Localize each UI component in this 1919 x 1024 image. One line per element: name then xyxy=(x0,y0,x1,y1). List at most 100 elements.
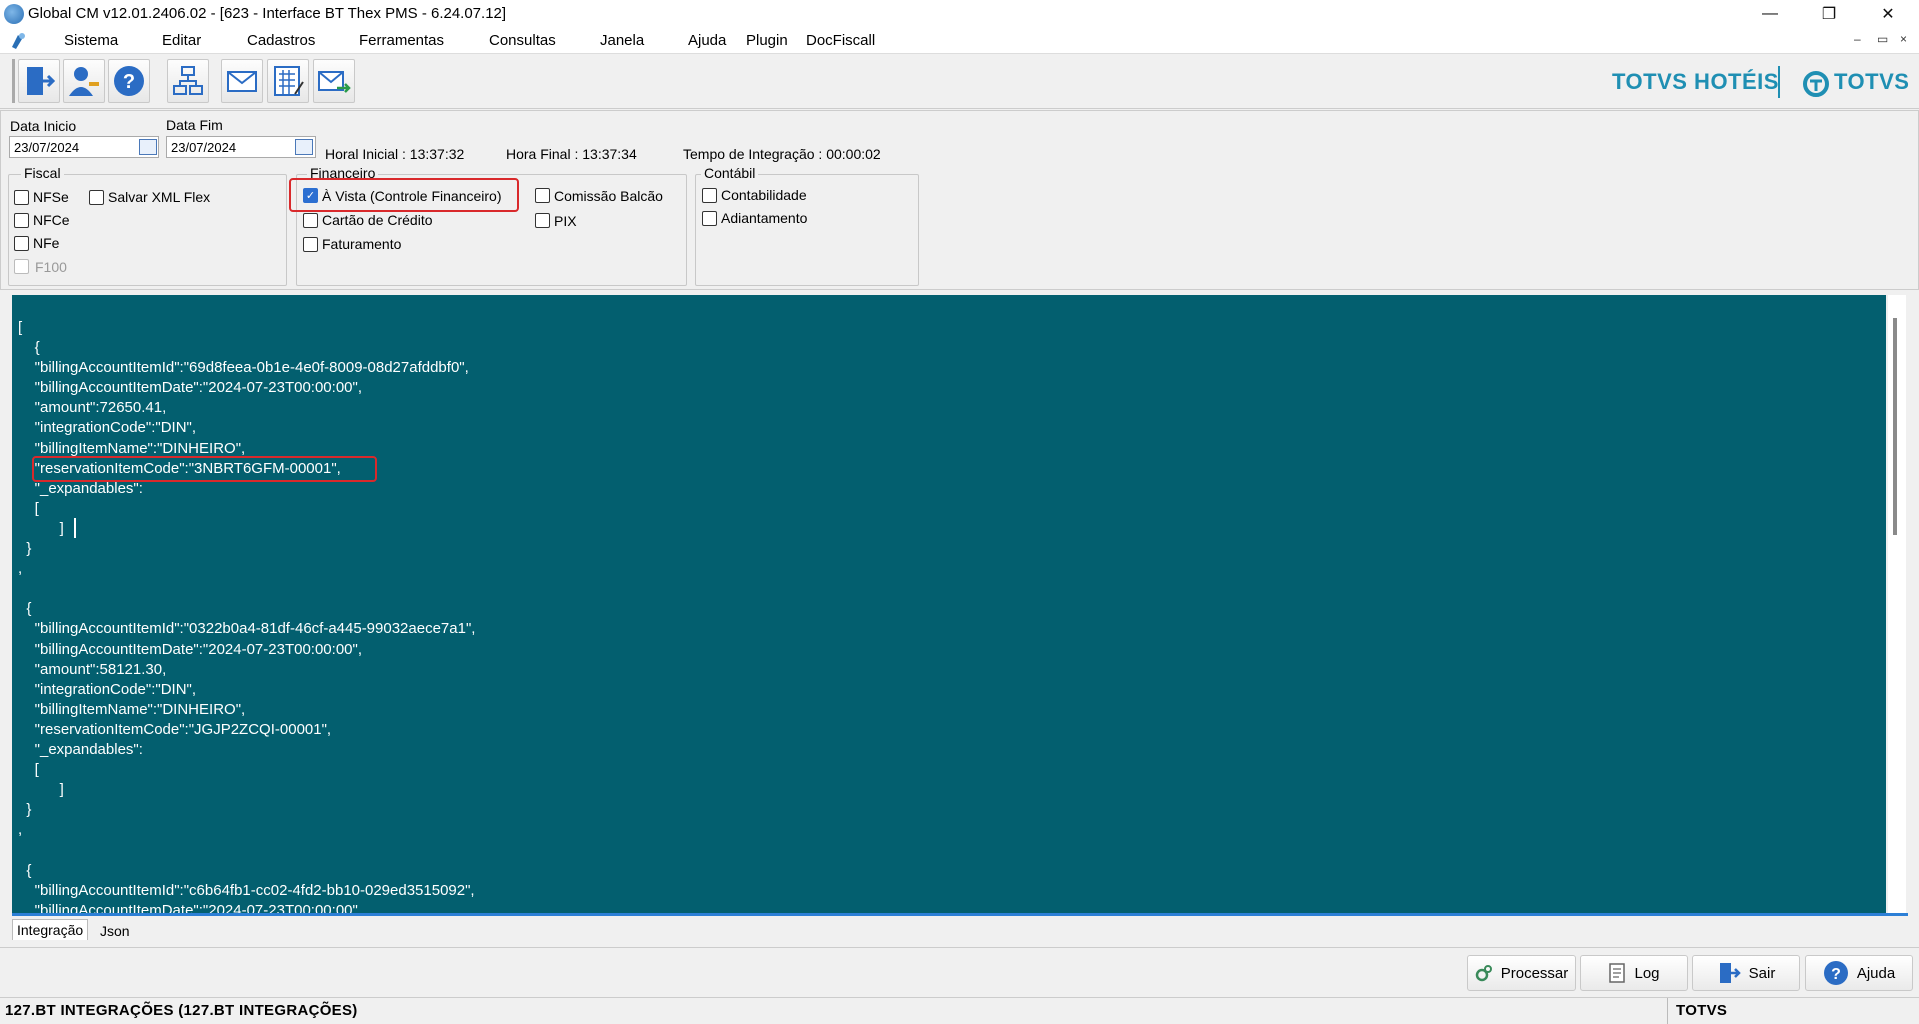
json-line: } xyxy=(18,540,32,558)
start-date-label: Data Inicio xyxy=(10,118,77,134)
help-button[interactable]: ? xyxy=(108,59,150,103)
nfe-checkbox[interactable] xyxy=(14,236,29,251)
brand-separator xyxy=(1778,66,1780,98)
menu-ferramentas[interactable]: Ferramentas xyxy=(359,32,444,49)
menu-consultas[interactable]: Consultas xyxy=(489,32,556,49)
fiscal-group-title: Fiscal xyxy=(21,165,64,181)
json-line: { xyxy=(18,861,32,879)
processar-button[interactable]: Processar xyxy=(1467,955,1576,991)
json-line: "reservationItemCode":"JGJP2ZCQI-00001", xyxy=(18,720,332,738)
start-calendar-icon[interactable] xyxy=(139,139,157,155)
minimize-button[interactable]: — xyxy=(1747,0,1793,28)
menu-janela[interactable]: Janela xyxy=(600,32,644,49)
send-mail-button[interactable] xyxy=(313,59,355,103)
json-line: "billingAccountItemId":"69d8feea-0b1e-4e… xyxy=(18,359,469,377)
tab-integracao[interactable]: Integração xyxy=(12,919,89,940)
json-line: "billingAccountItemId":"c6b64fb1-cc02-4f… xyxy=(18,881,475,899)
menu-editar[interactable]: Editar xyxy=(162,32,201,49)
json-line: , xyxy=(18,821,23,839)
window-title: Global CM v12.01.2406.02 - [623 - Interf… xyxy=(28,5,507,22)
restore-button[interactable]: ❐ xyxy=(1806,0,1852,28)
json-line: [ xyxy=(18,499,39,517)
tab-divider xyxy=(0,947,1919,948)
faturamento-checkbox[interactable] xyxy=(303,237,318,252)
faturamento-label: Faturamento xyxy=(322,236,402,252)
scrollbar-thumb[interactable] xyxy=(1893,318,1897,535)
help-icon: ? xyxy=(114,66,144,96)
status-user-text: 127.BT INTEGRAÇÕES (127.BT INTEGRAÇÕES) xyxy=(5,1002,358,1019)
pix-checkbox[interactable] xyxy=(535,213,550,228)
contabil-group-title: Contábil xyxy=(701,165,759,181)
app-menu-icon[interactable] xyxy=(8,31,28,51)
end-date-label: Data Fim xyxy=(166,117,223,133)
svg-text:?: ? xyxy=(1831,966,1841,983)
ajuda-label: Ajuda xyxy=(1856,964,1896,982)
adiantamento-label: Adiantamento xyxy=(721,210,808,226)
ajuda-help-icon: ? xyxy=(1823,961,1848,985)
menu-plugin[interactable]: Plugin xyxy=(746,32,788,49)
menu-docfiscall[interactable]: DocFiscall xyxy=(806,32,875,49)
status-divider xyxy=(1667,998,1668,1024)
adiantamento-checkbox[interactable] xyxy=(702,211,717,226)
status-company-text: TOTVS xyxy=(1676,1002,1728,1019)
json-line: "integrationCode":"DIN", xyxy=(18,680,197,698)
user-key-button[interactable] xyxy=(63,59,105,103)
totvs-hoteis-logo: TOTVS HOTÉIS xyxy=(1612,69,1779,94)
salvar-xml-checkbox[interactable] xyxy=(89,190,104,205)
end-date-input[interactable]: 23/07/2024 xyxy=(166,136,316,158)
tab-json[interactable]: Json xyxy=(96,921,134,941)
mdi-minimize-button[interactable]: – xyxy=(1854,32,1861,46)
nfse-label: NFSe xyxy=(33,189,69,205)
menu-ajuda[interactable]: Ajuda xyxy=(688,32,726,49)
nfce-checkbox[interactable] xyxy=(14,213,29,228)
close-button[interactable]: ✕ xyxy=(1865,0,1911,28)
json-line: "amount":58121.30, xyxy=(18,660,167,678)
json-line: { xyxy=(18,339,40,357)
title-bar: Global CM v12.01.2406.02 - [623 - Interf… xyxy=(0,0,1919,28)
exit-door-button[interactable] xyxy=(18,59,60,103)
json-line: [ xyxy=(18,319,23,336)
contabilidade-checkbox[interactable] xyxy=(702,188,717,203)
envelope-icon xyxy=(227,71,257,92)
a-vista-checkbox[interactable]: ✓ xyxy=(303,188,318,203)
mdi-close-button[interactable]: × xyxy=(1900,32,1907,46)
cartao-checkbox[interactable] xyxy=(303,213,318,228)
hora-inicial-text: Horal Inicial : 13:37:32 xyxy=(325,146,465,162)
sair-exit-icon xyxy=(1719,963,1741,983)
nfse-checkbox[interactable] xyxy=(14,190,29,205)
json-line: ] xyxy=(18,519,64,537)
nfce-label: NFCe xyxy=(33,212,70,228)
json-line: "billingItemName":"DINHEIRO", xyxy=(18,700,246,718)
start-date-input[interactable]: 23/07/2024 xyxy=(9,136,159,158)
nfe-label: NFe xyxy=(33,235,60,251)
sair-button[interactable]: Sair xyxy=(1692,955,1800,991)
comissao-checkbox[interactable] xyxy=(535,188,550,203)
hora-final-text: Hora Final : 13:37:34 xyxy=(506,146,637,162)
structure-button[interactable] xyxy=(167,59,209,103)
menu-cadastros[interactable]: Cadastros xyxy=(247,32,315,49)
vertical-scrollbar[interactable] xyxy=(1888,295,1906,915)
json-output-panel[interactable]: [ { "billingAccountItemId":"69d8feea-0b1… xyxy=(12,295,1886,915)
log-label: Log xyxy=(1634,964,1660,982)
json-line: "billingAccountItemId":"0322b0a4-81df-46… xyxy=(18,620,476,638)
json-line: "billingAccountItemDate":"2024-07-23T00:… xyxy=(18,379,362,397)
panel-bottom-border xyxy=(12,913,1908,916)
hierarchy-icon xyxy=(173,66,203,95)
calculator-button[interactable] xyxy=(267,59,309,103)
json-line: "_expandables": xyxy=(18,740,143,758)
json-line: "amount":72650.41, xyxy=(18,399,167,417)
json-line: , xyxy=(18,560,23,578)
f100-checkbox xyxy=(14,259,29,274)
reservation-code-highlight xyxy=(32,456,377,482)
json-line: [ xyxy=(18,761,39,779)
menu-sistema[interactable]: Sistema xyxy=(64,32,118,49)
cartao-label: Cartão de Crédito xyxy=(322,212,433,228)
f100-label: F100 xyxy=(35,259,67,275)
json-line: } xyxy=(18,801,32,819)
comissao-label: Comissão Balcão xyxy=(554,188,663,204)
end-calendar-icon[interactable] xyxy=(295,139,313,155)
mail-button[interactable] xyxy=(221,59,263,103)
ajuda-button[interactable]: ? Ajuda xyxy=(1805,955,1913,991)
mdi-restore-button[interactable]: ▭ xyxy=(1877,32,1888,46)
log-button[interactable]: Log xyxy=(1580,955,1688,991)
